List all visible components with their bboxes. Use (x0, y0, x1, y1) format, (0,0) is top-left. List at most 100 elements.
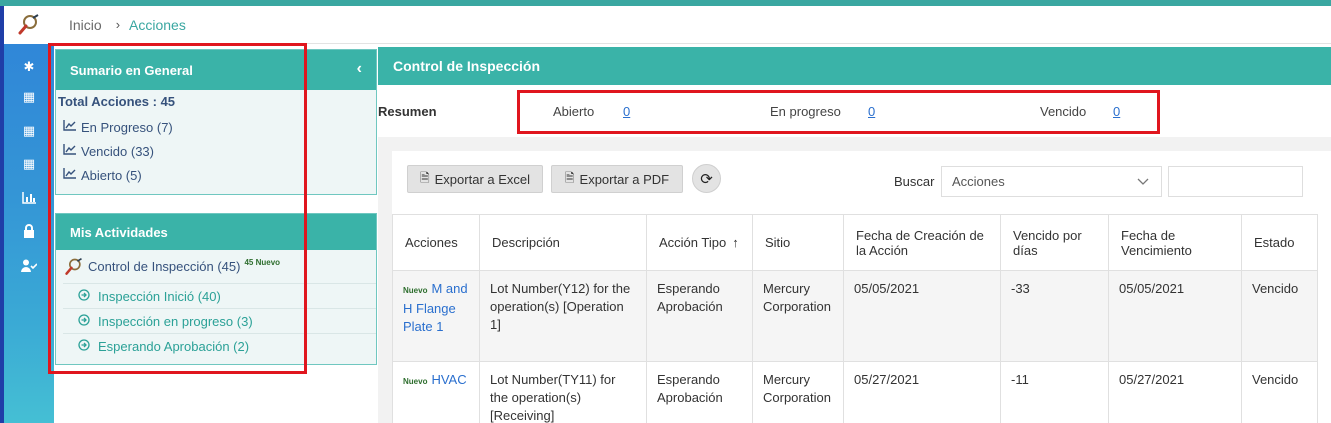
building-icon[interactable]: ▦ (4, 86, 54, 108)
search-select-value: Acciones (952, 174, 1005, 189)
cell-descripcion: Lot Number(Y12) for the operation(s) [Op… (479, 270, 647, 362)
arrow-circle-right-icon (78, 338, 98, 354)
activities-card-title: Mis Actividades (70, 224, 168, 240)
summary-item-label: En Progreso (7) (81, 119, 173, 135)
activity-control-inspeccion[interactable]: Control de Inspección (45) 45 Nuevo (56, 250, 376, 283)
export-excel-button[interactable]: 🗎 Exportar a Excel (407, 165, 543, 193)
summary-card-header: Sumario en General ‹ (56, 50, 376, 90)
new-count-badge: 45 Nuevo (244, 258, 281, 267)
cell-vencido-dias: -11 (1000, 361, 1109, 423)
line-chart-icon (63, 120, 81, 134)
user-check-icon[interactable] (4, 254, 54, 276)
line-chart-icon (63, 144, 81, 158)
cell-accion: Nuevo M and H Flange Plate 1 (392, 270, 480, 362)
column-header-acciones[interactable]: Acciones (392, 214, 480, 271)
cell-accion: Nuevo HVAC (392, 361, 480, 423)
action-link[interactable]: HVAC (431, 372, 466, 387)
cell-fecha-vencimiento: 05/27/2021 (1108, 361, 1242, 423)
arrow-circle-right-icon (78, 313, 98, 329)
actions-table: Acciones Descripción Acción Tipo ↑ Sitio … (392, 214, 1318, 423)
resumen-label: Resumen (378, 104, 437, 119)
cell-descripcion: Lot Number(TY11) for the operation(s) [R… (479, 361, 647, 423)
file-excel-icon: 🗎 (419, 170, 430, 185)
activity-sub-label: Inspección Inició (40) (98, 288, 221, 304)
column-header-vencido-dias[interactable]: Vencido por días (1000, 214, 1109, 271)
cell-fecha-vencimiento: 05/05/2021 (1108, 270, 1242, 362)
magnifier-tools-icon (18, 14, 39, 35)
breadcrumb-current[interactable]: Acciones (129, 17, 186, 33)
breadcrumb: Inicio › Acciones (54, 6, 1331, 44)
column-header-fecha-vencimiento[interactable]: Fecha de Vencimiento (1108, 214, 1242, 271)
summary-item-vencido[interactable]: Vencido (33) (56, 139, 376, 163)
cell-accion-tipo: Esperando Aprobación (646, 270, 753, 362)
summary-item-label: Vencido (33) (81, 143, 154, 159)
activity-sub-label: Inspección en progreso (3) (98, 313, 253, 329)
search-input[interactable] (1168, 166, 1303, 197)
resumen-en-progreso-count[interactable]: 0 (868, 104, 875, 119)
activities-card-header: Mis Actividades (56, 214, 376, 250)
settings-icon[interactable]: ✱ (4, 56, 54, 78)
magnifier-tools-icon (64, 257, 84, 277)
app-logo[interactable] (4, 6, 54, 44)
table-row: Nuevo HVAC Lot Number(TY11) for the opera… (392, 361, 1318, 423)
activity-sub-esperando-aprobacion[interactable]: Esperando Aprobación (2) (63, 333, 376, 358)
summary-card-title: Sumario en General (70, 62, 193, 78)
column-header-estado[interactable]: Estado (1241, 214, 1318, 271)
activity-sub-label: Esperando Aprobación (2) (98, 338, 250, 354)
activity-sub-inspeccion-progreso[interactable]: Inspección en progreso (3) (63, 308, 376, 333)
export-excel-label: Exportar a Excel (434, 171, 531, 187)
cell-estado: Vencido (1241, 361, 1318, 423)
column-header-label: Acción Tipo (659, 235, 727, 250)
bar-chart-icon[interactable] (4, 187, 54, 209)
table-row: Nuevo M and H Flange Plate 1 Lot Number(Y… (392, 270, 1318, 362)
collapse-left-icon[interactable]: ‹ (357, 60, 362, 78)
arrow-circle-right-icon (78, 288, 98, 304)
page-title: Control de Inspección (393, 58, 541, 74)
left-nav-rail: ✱ ▦ ▦ ▦ (0, 6, 54, 423)
activity-main-label: Control de Inspección (45) (88, 259, 241, 274)
main-panel-header: Control de Inspección (378, 47, 1331, 85)
cell-sitio: Mercury Corporation (752, 270, 844, 362)
cell-fecha-creacion: 05/27/2021 (843, 361, 1001, 423)
column-header-accion-tipo[interactable]: Acción Tipo ↑ (646, 214, 753, 271)
column-header-sitio[interactable]: Sitio (752, 214, 844, 271)
export-pdf-button[interactable]: 🗎 Exportar a PDF (551, 165, 683, 193)
export-pdf-label: Exportar a PDF (579, 171, 670, 187)
resumen-vencido-count[interactable]: 0 (1113, 104, 1120, 119)
summary-item-label: Abierto (5) (81, 167, 142, 183)
cell-sitio: Mercury Corporation (752, 361, 844, 423)
summary-item-en-progreso[interactable]: En Progreso (7) (56, 115, 376, 139)
summary-item-abierto[interactable]: Abierto (5) (56, 163, 376, 187)
activity-sub-inspeccion-inicio[interactable]: Inspección Inició (40) (63, 283, 376, 308)
search-label: Buscar (894, 174, 935, 189)
cell-estado: Vencido (1241, 270, 1318, 362)
new-badge: Nuevo (403, 377, 428, 386)
chevron-right-icon: › (115, 17, 121, 32)
left-summary-panel: Sumario en General ‹ Total Acciones : 45… (54, 44, 378, 423)
column-header-fecha-creacion[interactable]: Fecha de Creación de la Acción (843, 214, 1001, 271)
cell-fecha-creacion: 05/05/2021 (843, 270, 1001, 362)
building-icon[interactable]: ▦ (4, 153, 54, 175)
total-actions: Total Acciones : 45 (58, 94, 176, 109)
building-icon[interactable]: ▦ (4, 120, 54, 142)
summary-card: Sumario en General ‹ Total Acciones : 45… (55, 49, 377, 195)
search-field-select[interactable]: Acciones (941, 166, 1162, 197)
content-area: 🗎 Exportar a Excel 🗎 Exportar a PDF ⟳ Bu… (378, 137, 1331, 423)
breadcrumb-home-link[interactable]: Inicio (69, 17, 102, 33)
table-header-row: Acciones Descripción Acción Tipo ↑ Sitio … (392, 214, 1318, 271)
actions-panel: 🗎 Exportar a Excel 🗎 Exportar a PDF ⟳ Bu… (392, 151, 1331, 423)
activities-card: Mis Actividades Control de Inspección (4… (55, 213, 377, 365)
new-badge: Nuevo (403, 286, 428, 295)
refresh-icon[interactable]: ⟳ (692, 164, 721, 193)
file-pdf-icon: 🗎 (564, 170, 575, 185)
resumen-abierto-count[interactable]: 0 (623, 104, 630, 119)
cell-vencido-dias: -33 (1000, 270, 1109, 362)
line-chart-icon (63, 168, 81, 182)
chevron-down-icon (1137, 175, 1149, 189)
resumen-item-label: Vencido (1040, 104, 1087, 119)
resumen-item-label: En progreso (770, 104, 841, 119)
sort-ascending-icon: ↑ (732, 235, 739, 250)
lock-icon[interactable] (4, 220, 54, 242)
resumen-bar: Resumen Abierto 0 En progreso 0 Vencido … (378, 85, 1331, 137)
column-header-descripcion[interactable]: Descripción (479, 214, 647, 271)
